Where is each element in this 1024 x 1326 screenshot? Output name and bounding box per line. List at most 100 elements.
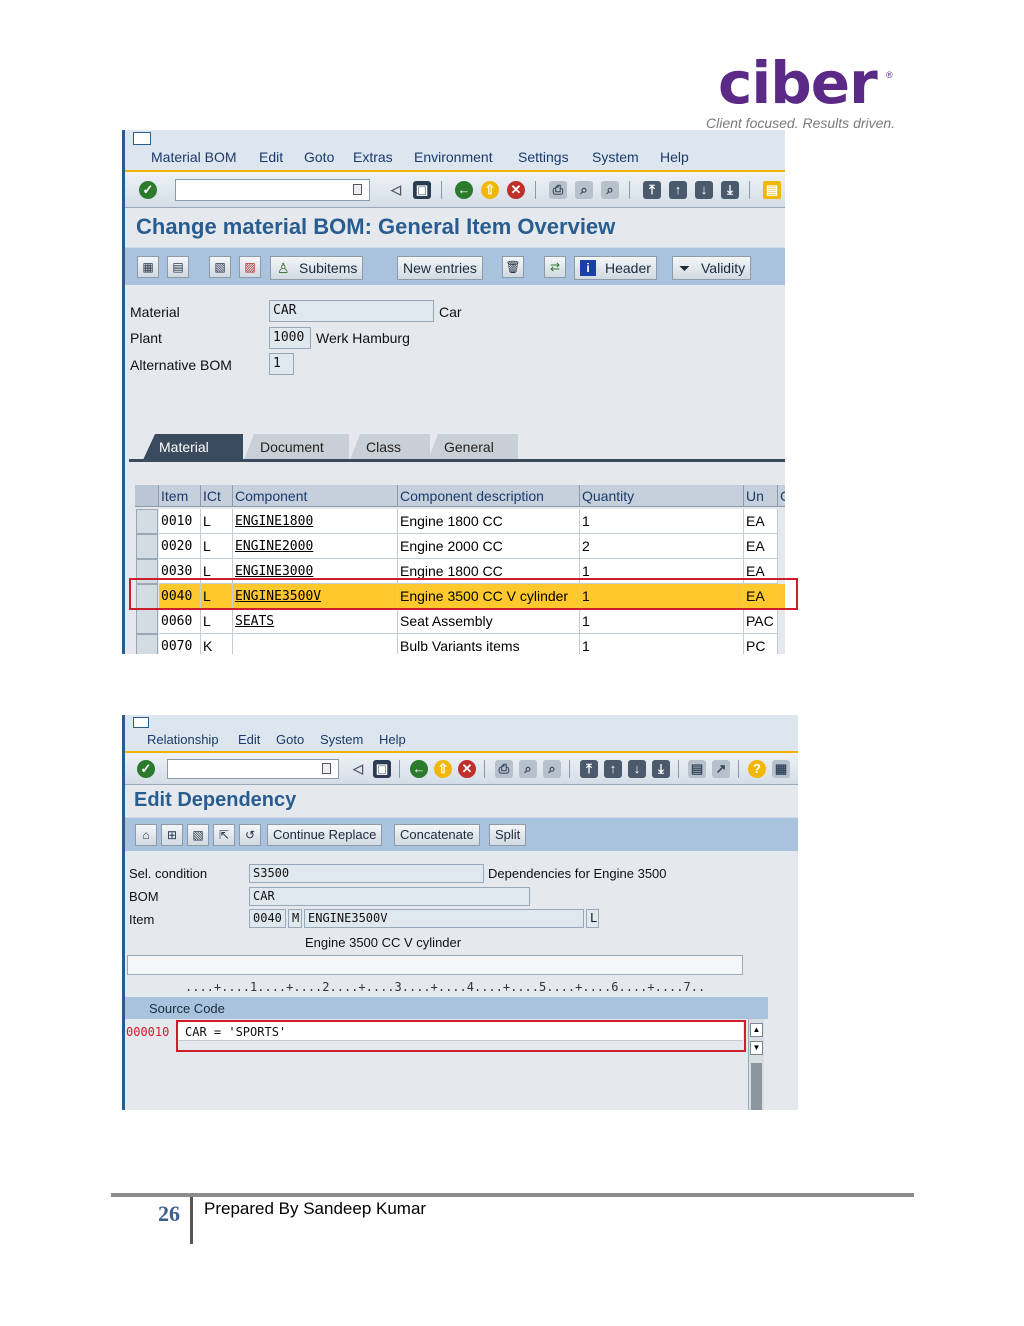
command-history-icon[interactable] bbox=[353, 184, 362, 195]
delete-icon[interactable]: 🗑 bbox=[502, 256, 524, 278]
menu-help[interactable]: Help bbox=[660, 149, 689, 165]
find-next-icon[interactable]: ⌕ bbox=[601, 181, 619, 199]
next-page-icon[interactable]: ↓ bbox=[695, 181, 713, 199]
tab-document[interactable]: Document bbox=[244, 434, 349, 460]
exit-icon[interactable]: ⇧ bbox=[434, 760, 452, 778]
scroll-down-icon[interactable]: ▼ bbox=[750, 1041, 763, 1055]
unit-cell[interactable]: PC bbox=[744, 634, 778, 654]
find-icon[interactable]: ⌕ bbox=[575, 181, 593, 199]
cancel-icon[interactable]: ✕ bbox=[458, 760, 476, 778]
column-header-item[interactable]: Item bbox=[159, 485, 201, 507]
menu-toggle-icon[interactable] bbox=[133, 717, 149, 728]
row-selector[interactable] bbox=[136, 634, 158, 654]
column-header-quantity[interactable]: Quantity bbox=[580, 485, 744, 507]
scroll-thumb[interactable] bbox=[751, 1063, 762, 1110]
plant-field[interactable]: 1000 bbox=[269, 327, 311, 349]
menu-system[interactable]: System bbox=[592, 149, 639, 165]
tab-material[interactable]: Material bbox=[143, 434, 243, 460]
mass-change-icon[interactable]: ▨ bbox=[239, 256, 261, 278]
enter-check-icon[interactable]: ✓ bbox=[139, 181, 157, 199]
undo-icon[interactable]: ↺ bbox=[239, 824, 261, 846]
menu-settings[interactable]: Settings bbox=[518, 149, 569, 165]
new-session-icon[interactable]: ▤ bbox=[688, 760, 706, 778]
previous-page-icon[interactable]: ↑ bbox=[604, 760, 622, 778]
command-field[interactable] bbox=[167, 759, 339, 779]
unit-cell[interactable]: PAC bbox=[744, 609, 778, 634]
back-arrow-icon[interactable]: ◁ bbox=[387, 181, 405, 199]
print-icon[interactable]: ⎙ bbox=[495, 760, 513, 778]
row-selector[interactable] bbox=[136, 509, 158, 534]
item-detail-icon[interactable]: ▦ bbox=[137, 256, 159, 278]
message-line-field[interactable] bbox=[127, 955, 743, 975]
menu-toggle-icon[interactable] bbox=[133, 132, 151, 145]
item-list-icon[interactable]: ▤ bbox=[167, 256, 189, 278]
display-change-icon[interactable]: ⌂ bbox=[135, 824, 157, 846]
select-icon[interactable]: ⇱ bbox=[213, 824, 235, 846]
row-selector[interactable] bbox=[136, 609, 158, 634]
row-selector[interactable] bbox=[136, 534, 158, 559]
table-row[interactable]: 0020 L ENGINE2000 Engine 2000 CC 2 EA bbox=[135, 534, 785, 559]
split-button[interactable]: Split bbox=[489, 824, 527, 846]
concatenate-button[interactable]: Concatenate bbox=[394, 824, 480, 846]
table-corner[interactable] bbox=[135, 485, 159, 507]
component-cell[interactable]: ENGINE1800 bbox=[233, 509, 398, 534]
bom-field[interactable]: CAR bbox=[249, 887, 530, 906]
last-page-icon[interactable]: ⤓ bbox=[652, 760, 670, 778]
insert-line-icon[interactable]: ⊞ bbox=[161, 824, 183, 846]
layout-menu-icon[interactable]: ▦ bbox=[772, 760, 790, 778]
item-number-field[interactable]: 0040 bbox=[249, 909, 286, 928]
column-header-unit[interactable]: Un bbox=[744, 485, 778, 507]
continue-replace-button[interactable]: Continue Replace bbox=[267, 824, 383, 846]
save-icon[interactable]: ▣ bbox=[373, 760, 391, 778]
scroll-up-icon[interactable]: ▲ bbox=[750, 1023, 763, 1037]
menu-edit[interactable]: Edit bbox=[238, 732, 260, 747]
menu-system[interactable]: System bbox=[320, 732, 363, 747]
refresh-icon[interactable]: ⇄ bbox=[544, 256, 566, 278]
help-icon[interactable]: ? bbox=[748, 760, 766, 778]
column-header-description[interactable]: Component description bbox=[398, 485, 580, 507]
quantity-cell[interactable]: 1 bbox=[580, 609, 744, 634]
find-icon[interactable]: ⌕ bbox=[519, 760, 537, 778]
new-session-icon[interactable]: ▤ bbox=[763, 181, 781, 199]
component-cell[interactable] bbox=[233, 634, 398, 654]
back-icon[interactable]: ← bbox=[410, 760, 428, 778]
back-icon[interactable]: ← bbox=[455, 181, 473, 199]
tab-general[interactable]: General bbox=[428, 434, 518, 460]
quantity-cell[interactable]: 2 bbox=[580, 534, 744, 559]
copy-icon[interactable]: ▧ bbox=[209, 256, 231, 278]
column-header-c[interactable]: C bbox=[778, 485, 785, 507]
first-page-icon[interactable]: ⤒ bbox=[580, 760, 598, 778]
alternative-bom-field[interactable]: 1 bbox=[269, 353, 294, 375]
item-component-field[interactable]: ENGINE3500V bbox=[304, 909, 584, 928]
column-header-component[interactable]: Component bbox=[233, 485, 398, 507]
validity-button[interactable]: ⏷ Validity bbox=[672, 256, 752, 280]
menu-help[interactable]: Help bbox=[379, 732, 406, 747]
last-page-icon[interactable]: ⤓ bbox=[721, 181, 739, 199]
menu-material-bom[interactable]: Material BOM bbox=[151, 149, 237, 165]
item-category-field[interactable]: M bbox=[288, 909, 302, 928]
next-page-icon[interactable]: ↓ bbox=[628, 760, 646, 778]
table-row[interactable]: 0010 L ENGINE1800 Engine 1800 CC 1 EA bbox=[135, 509, 785, 534]
component-cell[interactable]: SEATS bbox=[233, 609, 398, 634]
menu-relationship[interactable]: Relationship bbox=[147, 732, 219, 747]
menu-environment[interactable]: Environment bbox=[414, 149, 493, 165]
subitems-button[interactable]: ♙ Subitems bbox=[270, 256, 364, 280]
header-button[interactable]: i Header bbox=[574, 256, 657, 280]
quantity-cell[interactable]: 1 bbox=[580, 634, 744, 654]
command-history-icon[interactable] bbox=[322, 763, 331, 774]
table-row[interactable]: 0070 K Bulb Variants items 1 PC bbox=[135, 634, 785, 654]
menu-goto[interactable]: Goto bbox=[304, 149, 334, 165]
component-cell[interactable]: ENGINE2000 bbox=[233, 534, 398, 559]
tab-class[interactable]: Class bbox=[350, 434, 430, 460]
command-field[interactable] bbox=[175, 179, 370, 201]
find-next-icon[interactable]: ⌕ bbox=[543, 760, 561, 778]
vertical-scrollbar[interactable]: ▲ ▼ bbox=[748, 1019, 764, 1110]
enter-check-icon[interactable]: ✓ bbox=[137, 760, 155, 778]
menu-goto[interactable]: Goto bbox=[276, 732, 304, 747]
unit-cell[interactable]: EA bbox=[744, 509, 778, 534]
unit-cell[interactable]: EA bbox=[744, 534, 778, 559]
material-field[interactable]: CAR bbox=[269, 300, 434, 322]
table-row[interactable]: 0060 L SEATS Seat Assembly 1 PAC bbox=[135, 609, 785, 634]
first-page-icon[interactable]: ⤒ bbox=[643, 181, 661, 199]
menu-extras[interactable]: Extras bbox=[353, 149, 393, 165]
